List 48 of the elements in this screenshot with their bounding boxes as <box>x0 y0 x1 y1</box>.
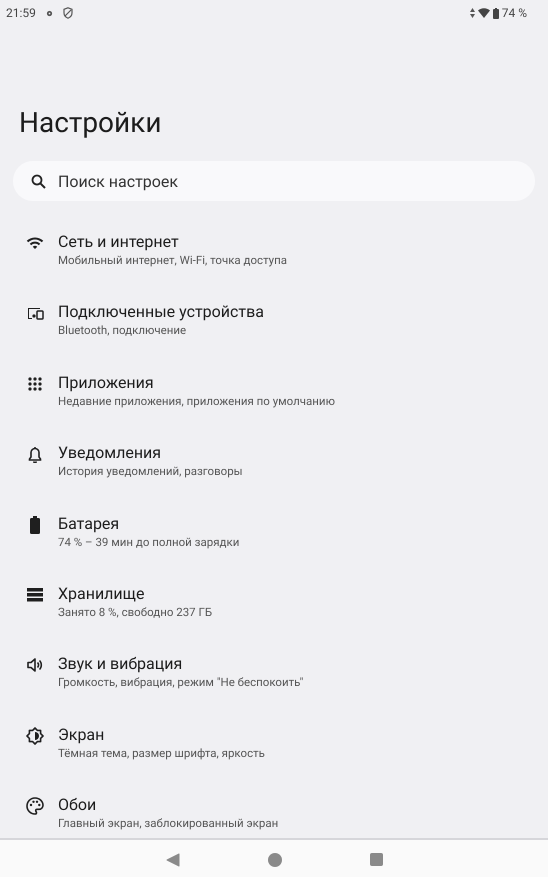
item-subtitle: Главный экран, заблокированный экран <box>58 815 278 832</box>
settings-item[interactable]: Обои Главный экран, заблокированный экран <box>0 795 548 832</box>
battery-icon <box>30 516 40 534</box>
item-subtitle: 74 % – 39 мин до полной зарядки <box>58 534 240 550</box>
shield-icon <box>62 7 73 19</box>
item-title: Экран <box>58 724 104 745</box>
settings-item[interactable]: Сеть и интернет Мобильный интернет, Wi-Fi, точка доступа <box>0 232 548 268</box>
item-title: Хранилище <box>58 584 144 604</box>
item-subtitle: Тёмная тема, размер шрифта, яркость <box>58 744 265 761</box>
wifi-icon <box>478 8 490 18</box>
back-button[interactable] <box>166 852 180 866</box>
item-subtitle: Недавние приложения, приложения по умолчанию <box>58 392 335 409</box>
item-title: Обои <box>58 795 96 816</box>
item-title: Звук и вибрация <box>58 654 182 674</box>
search-icon <box>31 174 46 188</box>
palette-icon <box>26 797 44 816</box>
item-title: Уведомления <box>58 443 162 464</box>
item-title: Приложения <box>58 372 154 393</box>
item-subtitle: Мобильный интернет, Wi-Fi, точка доступа <box>58 252 287 268</box>
item-subtitle: История уведомлений, разговоры <box>58 463 243 480</box>
page-title: Настройки <box>19 106 162 140</box>
data-arrows-icon <box>470 8 475 18</box>
settings-item[interactable]: Батарея 74 % – 39 мин до полной зарядки <box>0 514 548 550</box>
devices-icon <box>26 306 44 320</box>
settings-item[interactable]: Звук и вибрация Громкость, вибрация, режим "Не беспокоить" <box>0 654 548 690</box>
settings-item[interactable]: Уведомления История уведомлений, разговоры <box>0 443 548 480</box>
apps-grid-icon <box>28 376 42 391</box>
item-subtitle: Громкость, вибрация, режим "Не беспокоить" <box>58 674 304 690</box>
storage-icon <box>27 588 43 602</box>
item-subtitle: Bluetooth, подключение <box>58 322 186 338</box>
item-title: Батарея <box>58 514 120 534</box>
speaker-icon <box>27 658 43 672</box>
battery-icon <box>492 8 499 18</box>
item-title: Сеть и интернет <box>58 232 179 252</box>
home-button[interactable] <box>268 852 282 866</box>
battery-percent: 74 % <box>502 6 527 20</box>
brightness-icon <box>26 726 44 745</box>
clock: 21:59 <box>6 6 36 20</box>
item-subtitle: Занято 8 %, свободно 237 ГБ <box>58 604 212 620</box>
recents-button[interactable] <box>370 853 382 866</box>
settings-item[interactable]: Хранилище Занято 8 %, свободно 237 ГБ <box>0 584 548 620</box>
settings-item[interactable]: Подключенные устройства Bluetooth, подключение <box>0 302 548 338</box>
settings-item[interactable]: Приложения Недавние приложения, приложения по умолчанию <box>0 372 548 409</box>
settings-item[interactable]: Экран Тёмная тема, размер шрифта, яркость <box>0 724 548 761</box>
bell-icon <box>28 446 42 463</box>
search-field[interactable]: Поиск настроек <box>13 161 535 201</box>
item-title: Подключенные устройства <box>58 302 264 322</box>
wifi-icon <box>26 236 44 250</box>
